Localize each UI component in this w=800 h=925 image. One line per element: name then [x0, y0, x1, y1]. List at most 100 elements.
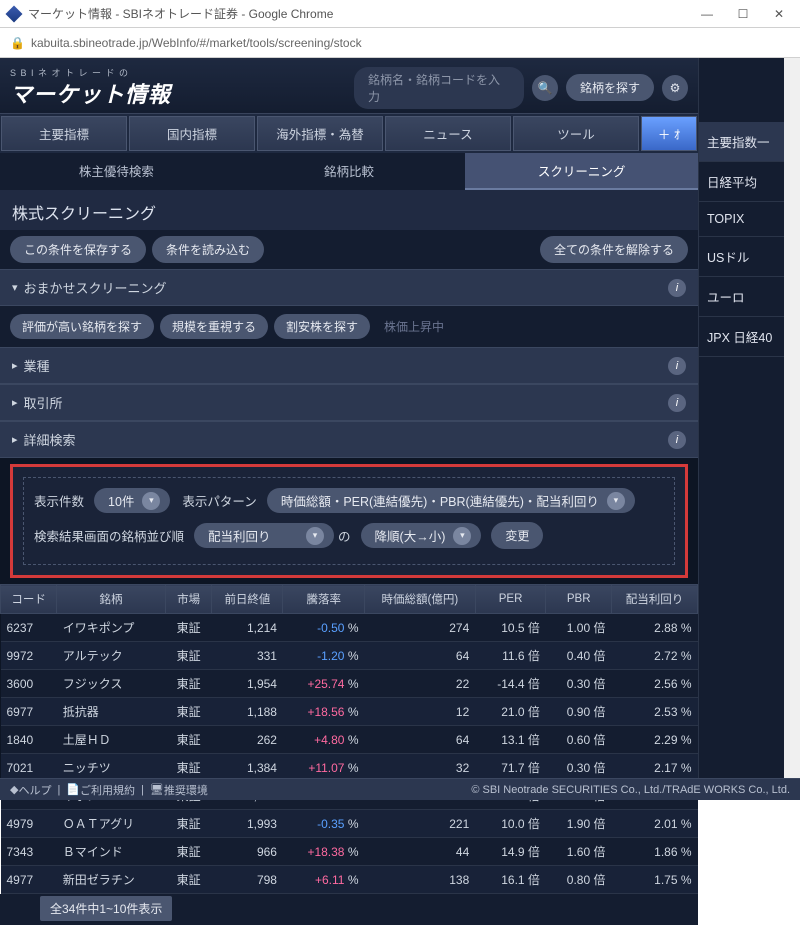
chevron-down-icon: ▾: [453, 527, 471, 545]
chip-rising[interactable]: 株価上昇中: [376, 314, 452, 339]
tab-news[interactable]: ニュース: [385, 116, 511, 151]
table-cell: 10.0 倍: [475, 810, 546, 838]
chevron-down-icon: ▾: [607, 492, 625, 510]
table-cell: 1,214: [212, 614, 283, 642]
chevron-down-icon: ▾: [306, 527, 324, 545]
label-sort: 検索結果画面の銘柄並び順: [34, 526, 184, 545]
table-header[interactable]: コード: [1, 585, 57, 614]
change-button[interactable]: 変更: [491, 522, 543, 549]
table-row[interactable]: 4977新田ゼラチン東証798+6.11 %13816.1 倍0.80 倍1.7…: [1, 866, 698, 894]
table-cell: +18.38 %: [283, 838, 365, 866]
table-header[interactable]: 騰落率: [283, 585, 365, 614]
table-cell: 331: [212, 642, 283, 670]
table-cell: 4977: [1, 866, 57, 894]
table-cell: 274: [365, 614, 476, 642]
table-header[interactable]: 市場: [165, 585, 212, 614]
table-header[interactable]: PER: [475, 585, 546, 614]
accordion-exchange[interactable]: ▸ 取引所 i: [0, 384, 698, 421]
table-cell: 2.72 %: [611, 642, 697, 670]
sort-field-dropdown[interactable]: 配当利回り▾: [194, 523, 334, 548]
chip-high-rating[interactable]: 評価が高い銘柄を探す: [10, 314, 154, 339]
search-input[interactable]: 銘柄名・銘柄コードを入力: [354, 67, 524, 109]
load-condition-button[interactable]: 条件を読み込む: [152, 236, 264, 263]
table-header[interactable]: 配当利回り: [611, 585, 697, 614]
table-header[interactable]: 銘柄: [57, 585, 166, 614]
table-cell: フジックス: [57, 670, 166, 698]
browser-scrollbar[interactable]: [784, 58, 800, 800]
table-cell: 東証: [165, 866, 212, 894]
table-row[interactable]: 6237イワキポンプ東証1,214-0.50 %27410.5 倍1.00 倍2…: [1, 614, 698, 642]
table-row[interactable]: 3600フジックス東証1,954+25.74 %22-14.4 倍0.30 倍2…: [1, 670, 698, 698]
right-topix[interactable]: TOPIX: [699, 202, 784, 237]
table-cell: アルテック: [57, 642, 166, 670]
right-nikkei[interactable]: 日経平均: [699, 162, 784, 202]
table-cell: 1.86 %: [611, 838, 697, 866]
chevron-right-icon: ▸: [12, 433, 18, 446]
table-cell: -1.20 %: [283, 642, 365, 670]
accordion-omakase[interactable]: ▾ おまかせスクリーニング i: [0, 269, 698, 306]
right-jpx[interactable]: JPX 日経40: [699, 317, 784, 357]
footer-doc-icon: 📄: [66, 783, 80, 796]
accordion-detail[interactable]: ▸ 詳細検索 i: [0, 421, 698, 458]
right-usd[interactable]: USドル: [699, 237, 784, 277]
sort-direction-dropdown[interactable]: 降順(大→小)▾: [361, 523, 482, 548]
table-cell: 1.75 %: [611, 866, 697, 894]
table-cell: 0.40 倍: [546, 642, 612, 670]
table-cell: 64: [365, 642, 476, 670]
info-icon[interactable]: i: [668, 357, 686, 375]
maximize-button[interactable]: ☐: [736, 7, 750, 21]
footer-help[interactable]: ヘルプ: [18, 782, 51, 798]
table-header[interactable]: 前日終値: [212, 585, 283, 614]
subtab-yutai[interactable]: 株主優待検索: [0, 153, 233, 190]
tab-add-button[interactable]: ＋ ｵ: [641, 116, 697, 151]
sub-tab-row: 株主優待検索 銘柄比較 スクリーニング: [0, 153, 698, 190]
close-button[interactable]: ✕: [772, 7, 786, 21]
table-cell: 11.6 倍: [475, 642, 546, 670]
tab-main-indices[interactable]: 主要指標: [1, 116, 127, 151]
table-cell: 東証: [165, 670, 212, 698]
info-icon[interactable]: i: [668, 394, 686, 412]
subtab-compare[interactable]: 銘柄比較: [233, 153, 466, 190]
table-cell: 東証: [165, 838, 212, 866]
table-header[interactable]: PBR: [546, 585, 612, 614]
table-cell: 東証: [165, 698, 212, 726]
settings-icon[interactable]: ⚙: [662, 75, 688, 101]
brand-title: マーケット情報: [10, 77, 346, 109]
table-row[interactable]: 7343Ｂマインド東証966+18.38 %4414.9 倍1.60 倍1.86…: [1, 838, 698, 866]
count-dropdown[interactable]: 10件▾: [94, 488, 170, 513]
info-icon[interactable]: i: [668, 279, 686, 297]
table-row[interactable]: 6977抵抗器東証1,188+18.56 %1221.0 倍0.90 倍2.53…: [1, 698, 698, 726]
table-cell: ＯＡＴアグリ: [57, 810, 166, 838]
table-row[interactable]: 9972アルテック東証331-1.20 %6411.6 倍0.40 倍2.72 …: [1, 642, 698, 670]
tab-tools[interactable]: ツール: [513, 116, 639, 151]
table-cell: 土屋ＨＤ: [57, 726, 166, 754]
chip-scale[interactable]: 規模を重視する: [160, 314, 268, 339]
minimize-button[interactable]: —: [700, 7, 714, 21]
table-cell: 7343: [1, 838, 57, 866]
url-text[interactable]: kabuita.sbineotrade.jp/WebInfo/#/market/…: [31, 36, 362, 50]
find-stock-button[interactable]: 銘柄を探す: [566, 74, 654, 101]
table-cell: 2.88 %: [611, 614, 697, 642]
save-condition-button[interactable]: この条件を保存する: [10, 236, 146, 263]
table-row[interactable]: 1840土屋ＨＤ東証262+4.80 %6413.1 倍0.60 倍2.29 %: [1, 726, 698, 754]
search-icon[interactable]: 🔍: [532, 75, 558, 101]
chip-undervalued[interactable]: 割安株を探す: [274, 314, 370, 339]
info-icon[interactable]: i: [668, 431, 686, 449]
pattern-dropdown[interactable]: 時価総額・PER(連結優先)・PBR(連結優先)・配当利回り▾: [267, 488, 635, 513]
table-cell: 6977: [1, 698, 57, 726]
subtab-screening[interactable]: スクリーニング: [465, 153, 698, 190]
table-row[interactable]: 4979ＯＡＴアグリ東証1,993-0.35 %22110.0 倍1.90 倍2…: [1, 810, 698, 838]
right-header[interactable]: 主要指数一: [699, 122, 784, 162]
table-header[interactable]: 時価総額(億円): [365, 585, 476, 614]
footer-recommended[interactable]: 推奨環境: [164, 782, 208, 798]
right-eur[interactable]: ユーロ: [699, 277, 784, 317]
table-cell: 12: [365, 698, 476, 726]
omakase-chips: 評価が高い銘柄を探す 規模を重視する 割安株を探す 株価上昇中: [0, 306, 698, 347]
table-cell: 64: [365, 726, 476, 754]
tab-overseas-forex[interactable]: 海外指標・為替: [257, 116, 383, 151]
highlighted-settings-panel: 表示件数 10件▾ 表示パターン 時価総額・PER(連結優先)・PBR(連結優先…: [10, 464, 688, 578]
tab-domestic-indices[interactable]: 国内指標: [129, 116, 255, 151]
accordion-industry[interactable]: ▸ 業種 i: [0, 347, 698, 384]
footer-terms[interactable]: ご利用規約: [80, 782, 135, 798]
clear-all-button[interactable]: 全ての条件を解除する: [540, 236, 688, 263]
